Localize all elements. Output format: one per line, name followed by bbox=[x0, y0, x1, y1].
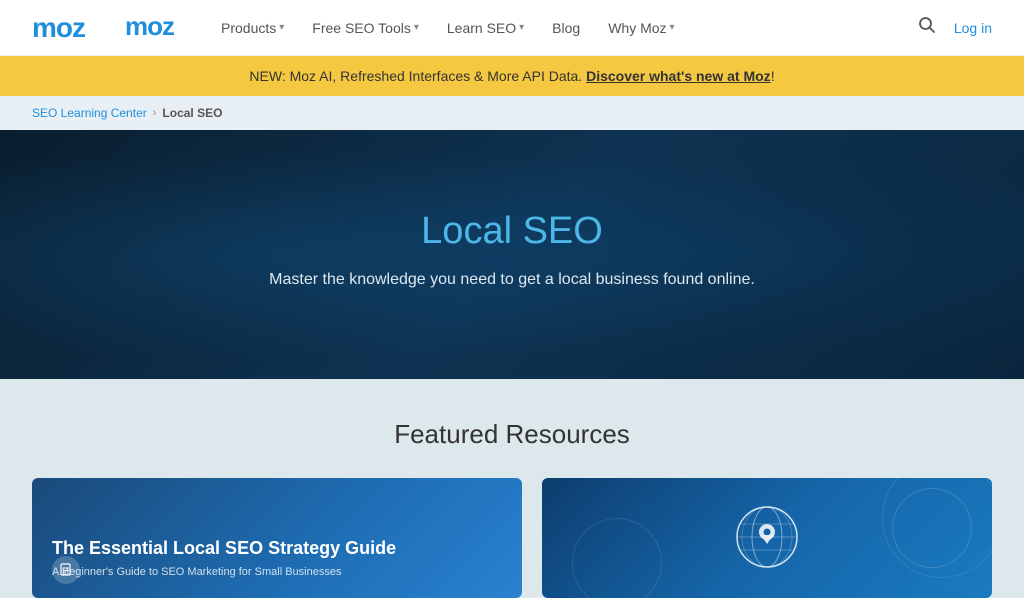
free-seo-tools-chevron-icon: ▾ bbox=[414, 22, 419, 33]
moz-logo-mark[interactable]: moz bbox=[125, 11, 181, 44]
announcement-link[interactable]: Discover what's new at Moz bbox=[586, 68, 771, 84]
breadcrumb-separator: › bbox=[153, 107, 157, 119]
featured-card-1[interactable]: The Essential Local SEO Strategy Guide A… bbox=[32, 478, 522, 598]
learn-seo-chevron-icon: ▾ bbox=[519, 22, 524, 33]
nav-actions: Log in bbox=[918, 16, 992, 39]
breadcrumb: SEO Learning Center › Local SEO bbox=[0, 96, 1024, 130]
announcement-prefix: NEW: Moz AI, Refreshed Interfaces & More… bbox=[249, 68, 586, 84]
featured-resources-section: Featured Resources The Essential Local S… bbox=[0, 379, 1024, 598]
search-icon[interactable] bbox=[918, 16, 936, 39]
featured-card-2[interactable] bbox=[542, 478, 992, 598]
announcement-bar: NEW: Moz AI, Refreshed Interfaces & More… bbox=[0, 56, 1024, 96]
featured-cards-container: The Essential Local SEO Strategy Guide A… bbox=[32, 478, 992, 598]
nav-products[interactable]: Products ▾ bbox=[221, 20, 284, 36]
book-icon bbox=[52, 556, 80, 584]
nav-links: Products ▾ Free SEO Tools ▾ Learn SEO ▾ … bbox=[221, 20, 918, 36]
why-moz-chevron-icon: ▾ bbox=[670, 22, 675, 33]
nav-blog[interactable]: Blog bbox=[552, 20, 580, 36]
main-nav: moz moz Products ▾ Free SEO Tools ▾ Lear… bbox=[0, 0, 1024, 56]
location-map-icon bbox=[727, 492, 807, 585]
featured-resources-title: Featured Resources bbox=[32, 419, 992, 450]
nav-free-seo-tools[interactable]: Free SEO Tools ▾ bbox=[312, 20, 419, 36]
login-button[interactable]: Log in bbox=[954, 20, 992, 36]
breadcrumb-current: Local SEO bbox=[162, 106, 222, 120]
hero-title: Local SEO bbox=[20, 210, 1004, 253]
svg-text:moz: moz bbox=[125, 11, 175, 41]
hero-subtitle: Master the knowledge you need to get a l… bbox=[20, 271, 1004, 289]
breadcrumb-parent[interactable]: SEO Learning Center bbox=[32, 106, 147, 120]
nav-learn-seo[interactable]: Learn SEO ▾ bbox=[447, 20, 524, 36]
nav-why-moz[interactable]: Why Moz ▾ bbox=[608, 20, 674, 36]
moz-logo[interactable]: moz bbox=[32, 12, 85, 44]
card-1-title: The Essential Local SEO Strategy Guide bbox=[52, 537, 502, 560]
products-chevron-icon: ▾ bbox=[279, 22, 284, 33]
card-1-subtitle: A Beginner's Guide to SEO Marketing for … bbox=[52, 566, 502, 578]
announcement-suffix: ! bbox=[771, 68, 775, 84]
hero-section: Local SEO Master the knowledge you need … bbox=[0, 130, 1024, 379]
